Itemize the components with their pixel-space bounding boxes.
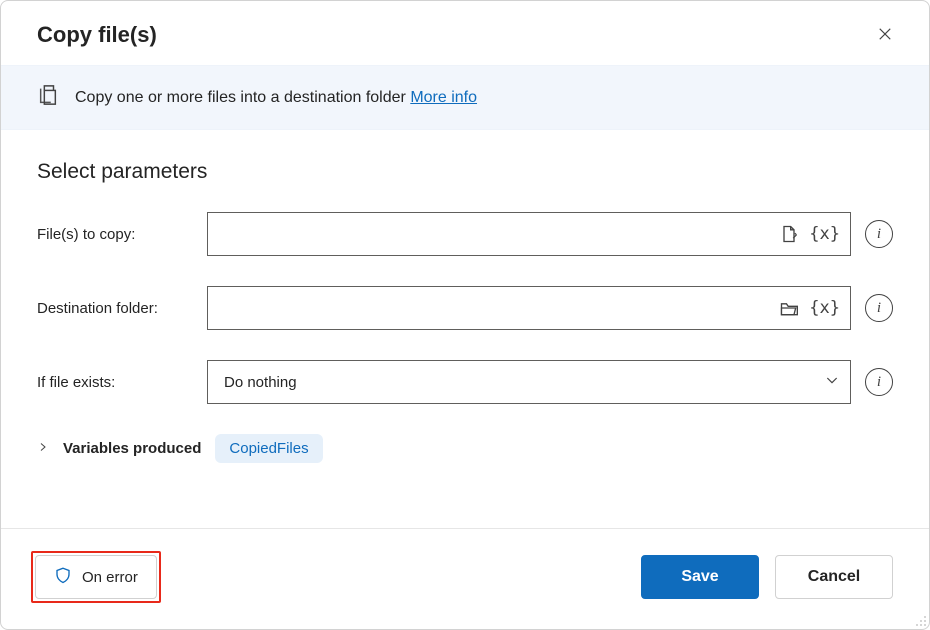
chevron-down-icon — [824, 372, 840, 393]
dialog-title: Copy file(s) — [37, 22, 157, 48]
resize-handle-icon[interactable] — [913, 613, 927, 627]
copy-files-dialog: Copy file(s) Copy one or more files into… — [0, 0, 930, 630]
banner-description: Copy one or more files into a destinatio… — [75, 89, 406, 106]
dialog-header: Copy file(s) — [1, 1, 929, 65]
info-banner-text: Copy one or more files into a destinatio… — [75, 89, 477, 107]
destination-folder-label: Destination folder: — [37, 300, 207, 317]
file-picker-icon[interactable] — [777, 222, 801, 246]
field-row-if-file-exists: If file exists: Do nothing i — [37, 360, 893, 404]
if-file-exists-select[interactable]: Do nothing — [207, 360, 851, 404]
dialog-body: Select parameters File(s) to copy: {x} i… — [1, 130, 929, 528]
info-banner: Copy one or more files into a destinatio… — [1, 65, 929, 130]
destination-folder-input[interactable] — [218, 287, 769, 329]
cancel-button[interactable]: Cancel — [775, 555, 893, 599]
files-to-copy-control: {x} — [207, 212, 851, 256]
if-file-exists-value: Do nothing — [218, 374, 297, 391]
destination-folder-info-icon[interactable]: i — [865, 294, 893, 322]
folder-picker-icon[interactable] — [777, 296, 801, 320]
files-to-copy-info-icon[interactable]: i — [865, 220, 893, 248]
variable-chip-copiedfiles[interactable]: CopiedFiles — [215, 434, 322, 463]
field-row-files-to-copy: File(s) to copy: {x} i — [37, 212, 893, 256]
save-button[interactable]: Save — [641, 555, 759, 599]
footer-actions: Save Cancel — [641, 555, 893, 599]
variables-produced-row: Variables produced CopiedFiles — [37, 434, 893, 463]
destination-folder-control: {x} — [207, 286, 851, 330]
more-info-link[interactable]: More info — [410, 89, 477, 106]
variable-picker-icon[interactable]: {x} — [809, 298, 840, 318]
if-file-exists-info-icon[interactable]: i — [865, 368, 893, 396]
copy-icon — [37, 84, 59, 111]
shield-icon — [54, 566, 72, 588]
if-file-exists-label: If file exists: — [37, 374, 207, 391]
expand-caret-icon[interactable] — [37, 440, 49, 458]
on-error-highlight: On error — [31, 551, 161, 603]
close-icon — [876, 25, 894, 46]
files-to-copy-input[interactable] — [218, 213, 769, 255]
files-to-copy-label: File(s) to copy: — [37, 226, 207, 243]
variables-produced-label: Variables produced — [63, 440, 201, 457]
variable-picker-icon[interactable]: {x} — [809, 224, 840, 244]
field-row-destination-folder: Destination folder: {x} i — [37, 286, 893, 330]
on-error-button[interactable]: On error — [35, 555, 157, 599]
on-error-label: On error — [82, 569, 138, 586]
close-button[interactable] — [869, 19, 901, 51]
dialog-footer: On error Save Cancel — [1, 528, 929, 629]
section-title: Select parameters — [37, 160, 893, 184]
